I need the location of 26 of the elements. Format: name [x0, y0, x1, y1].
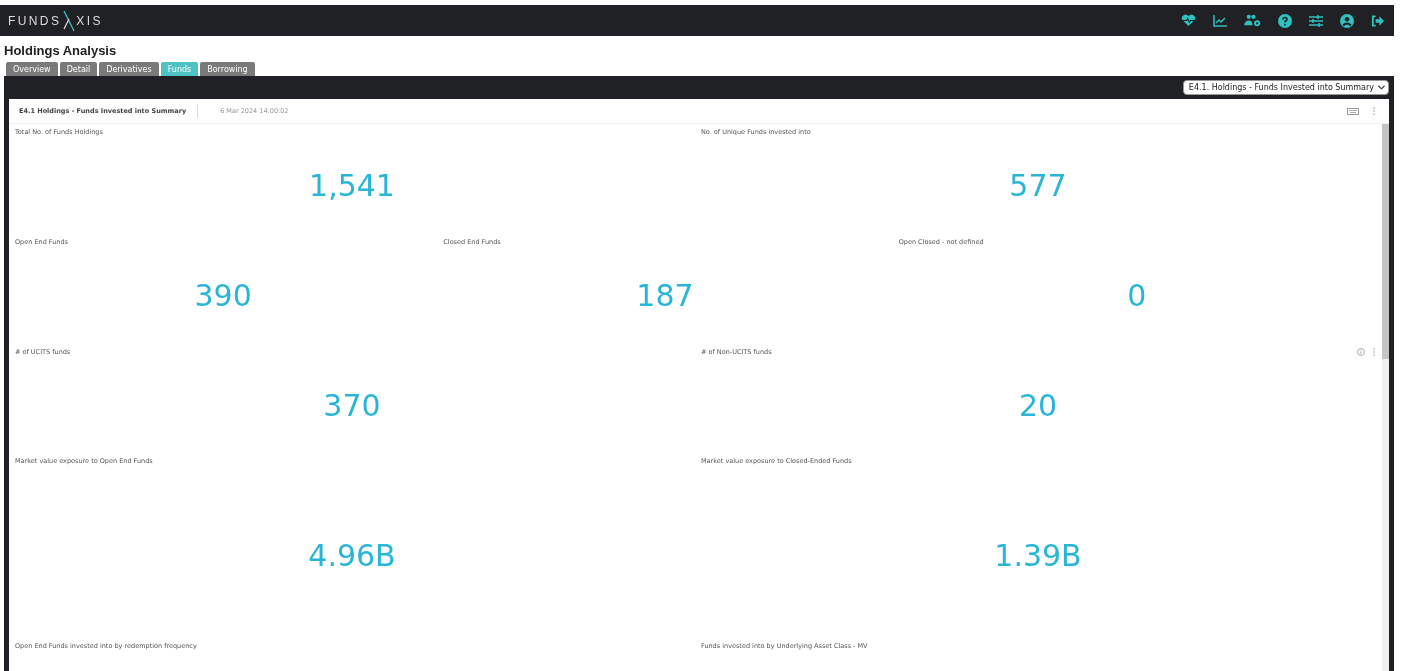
- metric-value: 370: [323, 388, 381, 424]
- help-icon[interactable]: [1278, 13, 1292, 28]
- sliders-icon[interactable]: [1309, 14, 1323, 27]
- heart-pulse-icon[interactable]: [1181, 14, 1196, 27]
- metric-value: 0: [1127, 278, 1147, 314]
- line-chart-icon[interactable]: [1213, 14, 1227, 27]
- logout-icon[interactable]: [1371, 14, 1384, 27]
- tab[interactable]: Detail: [59, 62, 98, 76]
- logo: FUNDS XIS: [8, 9, 103, 32]
- tab[interactable]: Overview: [6, 62, 58, 76]
- scrollbar[interactable]: [1382, 124, 1389, 671]
- metric-value: 4.96B: [308, 538, 396, 574]
- metric-value: 1.39B: [994, 538, 1082, 574]
- tab[interactable]: Borrowing: [200, 62, 255, 76]
- report-dropdown[interactable]: E4.1. Holdings - Funds Invested into Summary: [1182, 80, 1389, 95]
- metric-value: 1,541: [309, 168, 395, 204]
- metric-value: 577: [1009, 168, 1067, 204]
- metric-value: 20: [1018, 388, 1058, 424]
- keyboard-icon[interactable]: [1347, 107, 1359, 115]
- user-icon[interactable]: [1340, 13, 1354, 28]
- metric-value: 390: [194, 278, 252, 314]
- page-title: Holdings Analysis: [4, 43, 118, 59]
- metric-value: 187: [636, 278, 694, 314]
- tab[interactable]: Derivatives: [99, 62, 159, 76]
- caret-icon: [1378, 85, 1385, 90]
- users-gear-icon[interactable]: [1244, 14, 1261, 27]
